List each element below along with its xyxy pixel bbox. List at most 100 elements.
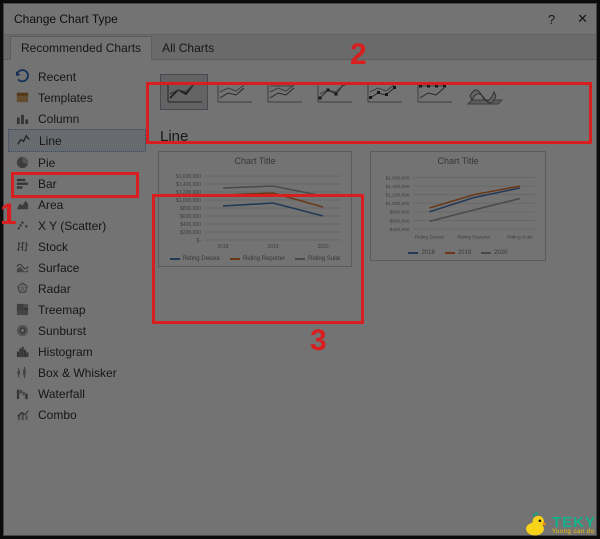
surface-icon [14, 260, 30, 276]
change-chart-type-dialog: Change Chart Type ? ✕ Recommended Charts… [3, 3, 597, 536]
pie-icon [14, 155, 30, 171]
duck-icon [522, 511, 548, 537]
subtype-line-markers[interactable] [310, 74, 358, 110]
chart-category-sidebar: Recent Templates Column Line Pie Bar [4, 60, 150, 535]
teky-logo: TEKY Young can do [522, 511, 596, 537]
sidebar-item-area[interactable]: Area [8, 194, 146, 215]
subtype-stacked-line[interactable] [210, 74, 258, 110]
sidebar-item-label: Recent [38, 70, 76, 84]
templates-icon [14, 90, 30, 106]
subtype-3d-line[interactable] [460, 74, 508, 110]
sidebar-item-bar[interactable]: Bar [8, 173, 146, 194]
svg-text:2020: 2020 [317, 244, 328, 250]
tab-recommended-charts[interactable]: Recommended Charts [10, 36, 152, 60]
dialog-title: Change Chart Type [14, 12, 118, 26]
bar-icon [14, 176, 30, 192]
sidebar-item-surface[interactable]: Surface [8, 257, 146, 278]
column-icon [14, 111, 30, 127]
svg-text:$400,000: $400,000 [180, 222, 201, 228]
svg-text:$1,200,000: $1,200,000 [176, 190, 201, 196]
svg-text:$1,600,000: $1,600,000 [176, 174, 201, 180]
line-subtype-row [154, 64, 588, 120]
sidebar-item-box-whisker[interactable]: Box & Whisker [8, 362, 146, 383]
sidebar-item-waterfall[interactable]: Waterfall [8, 383, 146, 404]
sidebar-item-stock[interactable]: Stock [8, 236, 146, 257]
svg-text:$1,400,000: $1,400,000 [176, 182, 201, 188]
sidebar-item-label: Pie [38, 156, 55, 170]
svg-text:Riding Suite: Riding Suite [507, 234, 533, 240]
sidebar-item-label: Column [38, 112, 79, 126]
stock-icon [14, 239, 30, 255]
sidebar-item-column[interactable]: Column [8, 108, 146, 129]
box-whisker-icon [14, 365, 30, 381]
svg-text:$800,000: $800,000 [180, 206, 201, 212]
sidebar-item-sunburst[interactable]: Sunburst [8, 320, 146, 341]
sidebar-item-treemap[interactable]: Treemap [8, 299, 146, 320]
waterfall-icon [14, 386, 30, 402]
subtype-line[interactable] [160, 74, 208, 110]
svg-text:$600,000: $600,000 [390, 218, 410, 224]
histogram-icon [14, 344, 30, 360]
preview-chart-1: $1,600,000 $1,400,000 $1,200,000 $1,000,… [165, 168, 345, 254]
treemap-icon [14, 302, 30, 318]
sidebar-item-label: Area [38, 198, 63, 212]
preview-title: Chart Title [165, 156, 345, 166]
sidebar-item-label: Histogram [38, 345, 93, 359]
help-button[interactable]: ? [548, 12, 555, 27]
sidebar-item-label: Box & Whisker [38, 366, 117, 380]
svg-text:$1,000,000: $1,000,000 [386, 201, 410, 207]
tab-all-charts[interactable]: All Charts [152, 37, 224, 59]
subtype-100-stacked-line-markers[interactable] [410, 74, 458, 110]
area-icon [14, 197, 30, 213]
svg-text:$600,000: $600,000 [180, 214, 201, 220]
sidebar-item-label: Waterfall [38, 387, 85, 401]
sidebar-item-label: Combo [38, 408, 77, 422]
close-button[interactable]: ✕ [577, 11, 588, 27]
sidebar-item-label: Stock [38, 240, 68, 254]
chart-preview-2[interactable]: Chart Title $1,600,000 $1,400,000 $1,200… [370, 151, 546, 261]
svg-text:$1,600,000: $1,600,000 [386, 175, 410, 181]
subtype-stacked-line-markers[interactable] [360, 74, 408, 110]
sidebar-item-histogram[interactable]: Histogram [8, 341, 146, 362]
sunburst-icon [14, 323, 30, 339]
svg-text:Riding Reporter: Riding Reporter [458, 234, 492, 240]
svg-text:2018: 2018 [217, 244, 228, 250]
sidebar-item-pie[interactable]: Pie [8, 152, 146, 173]
line-icon [15, 133, 31, 149]
scatter-icon [14, 218, 30, 234]
sidebar-item-label: Bar [38, 177, 57, 191]
sidebar-item-combo[interactable]: Combo [8, 404, 146, 425]
svg-text:$800,000: $800,000 [390, 210, 410, 216]
sidebar-item-templates[interactable]: Templates [8, 87, 146, 108]
svg-text:$1,000,000: $1,000,000 [176, 198, 201, 204]
sidebar-item-xy-scatter[interactable]: X Y (Scatter) [8, 215, 146, 236]
sidebar-item-label: Line [39, 134, 62, 148]
svg-text:2019: 2019 [267, 244, 278, 250]
combo-icon [14, 407, 30, 423]
sidebar-item-label: Radar [38, 282, 71, 296]
sidebar-item-label: Treemap [38, 303, 86, 317]
svg-text:$400,000: $400,000 [390, 227, 410, 233]
preview-legend: 2018 2019 2020 [377, 250, 539, 256]
sidebar-item-recent[interactable]: Recent [8, 66, 146, 87]
chart-preview-1[interactable]: Chart Title $1,600,000 $1,400,000 $1,200… [158, 151, 352, 267]
sidebar-item-label: Surface [38, 261, 79, 275]
svg-text:Riding Deluxe: Riding Deluxe [415, 234, 445, 240]
selected-subtype-label: Line [160, 128, 588, 145]
subtype-100-stacked-line[interactable] [260, 74, 308, 110]
main-panel: Line Chart Title $1,600,000 $1,400,000 $… [150, 60, 596, 535]
svg-text:$200,000: $200,000 [180, 230, 201, 236]
logo-tagline: Young can do [552, 529, 596, 535]
sidebar-item-radar[interactable]: Radar [8, 278, 146, 299]
radar-icon [14, 281, 30, 297]
svg-text:$-: $- [197, 238, 202, 244]
sidebar-item-label: Templates [38, 91, 93, 105]
preview-chart-2: $1,600,000 $1,400,000 $1,200,000 $1,000,… [377, 168, 539, 248]
sidebar-item-label: Sunburst [38, 324, 86, 338]
svg-text:$1,400,000: $1,400,000 [386, 184, 410, 190]
sidebar-item-line[interactable]: Line [8, 129, 146, 152]
preview-title: Chart Title [377, 156, 539, 166]
sidebar-item-label: X Y (Scatter) [38, 219, 106, 233]
recent-icon [14, 69, 30, 85]
titlebar: Change Chart Type ? ✕ [4, 4, 596, 35]
